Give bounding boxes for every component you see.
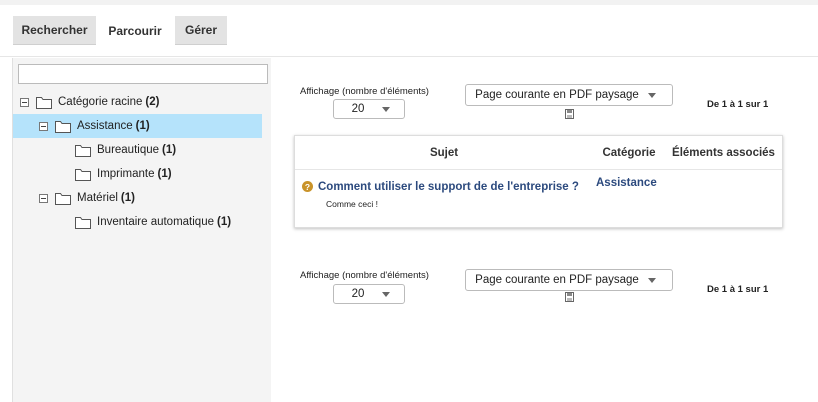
tab-parcourir[interactable]: Parcourir — [100, 16, 170, 45]
faq-associated-items — [665, 177, 782, 191]
tree-node-count: (2) — [145, 96, 160, 108]
chevron-down-icon — [648, 92, 656, 98]
tab-gerer[interactable]: Gérer — [175, 16, 227, 45]
collapse-icon[interactable] — [39, 193, 48, 203]
column-header-sujet[interactable]: Sujet — [295, 136, 593, 169]
folder-icon — [36, 96, 52, 109]
save-export-icon[interactable] — [565, 292, 574, 302]
display-count-select[interactable]: 20 — [333, 99, 405, 119]
tree-node-materiel[interactable]: Matériel (1) — [39, 186, 219, 210]
tree-search-input[interactable] — [18, 64, 268, 84]
display-count-value: 20 — [351, 103, 365, 115]
tree-node-assistance[interactable]: Assistance (1) — [13, 114, 262, 138]
tree-node-count: (1) — [217, 216, 232, 228]
folder-icon — [55, 120, 71, 133]
display-count-value: 20 — [351, 288, 365, 300]
tree-node-categorie-racine[interactable]: Catégorie racine (2) — [20, 90, 220, 114]
folder-icon — [75, 216, 91, 229]
tree-node-count: (1) — [135, 120, 150, 132]
tab-rechercher[interactable]: Rechercher — [13, 16, 96, 45]
chevron-down-icon — [382, 106, 390, 112]
export-value: Page courante en PDF paysage — [475, 274, 639, 286]
tree-node-label: Catégorie racine — [58, 96, 143, 108]
tree-node-label: Imprimante — [97, 168, 155, 180]
save-export-icon[interactable] — [565, 109, 574, 119]
tree-node-count: (1) — [162, 144, 177, 156]
pager-info-bottom: De 1 à 1 sur 1 — [707, 284, 769, 295]
tree-node-count: (1) — [157, 168, 172, 180]
display-count-label-bottom: Affichage (nombre d'éléments) — [300, 270, 429, 281]
collapse-icon[interactable] — [39, 121, 48, 131]
folder-icon — [55, 192, 71, 205]
export-select-bottom[interactable]: Page courante en PDF paysage — [465, 269, 673, 291]
pager-info: De 1 à 1 sur 1 — [707, 99, 769, 110]
results-table: Sujet Catégorie Éléments associés ? Comm… — [294, 135, 783, 228]
question-icon: ? — [302, 181, 313, 192]
header-divider — [295, 169, 782, 170]
category-tree-panel: Catégorie racine (2) Assistance (1) Bureau… — [12, 58, 271, 402]
export-select[interactable]: Page courante en PDF paysage — [465, 84, 673, 106]
chevron-down-icon — [382, 291, 390, 297]
folder-icon — [75, 144, 91, 157]
tree-node-imprimante[interactable]: Imprimante (1) — [75, 162, 235, 186]
tab-bar: Rechercher Parcourir Gérer — [0, 5, 818, 57]
display-count-select-bottom[interactable]: 20 — [333, 284, 405, 304]
faq-subject-description: Comme ceci ! — [326, 199, 378, 209]
tree-node-label: Matériel — [77, 192, 118, 204]
chevron-down-icon — [648, 277, 656, 283]
display-count-label: Affichage (nombre d'éléments) — [300, 86, 429, 97]
export-value: Page courante en PDF paysage — [475, 89, 639, 101]
folder-icon — [75, 168, 91, 181]
tree-node-label: Assistance — [77, 120, 133, 132]
column-header-categorie[interactable]: Catégorie — [593, 136, 665, 169]
tree-node-count: (1) — [120, 192, 135, 204]
tree-node-label: Inventaire automatique — [97, 216, 214, 228]
faq-subject-link[interactable]: Comment utiliser le support de de l'entr… — [318, 181, 579, 193]
faq-category-link[interactable]: Assistance — [596, 177, 657, 189]
tree-node-inventaire-automatique[interactable]: Inventaire automatique (1) — [75, 210, 265, 234]
column-header-elements-associes[interactable]: Éléments associés — [665, 136, 782, 169]
tree-node-bureautique[interactable]: Bureautique (1) — [75, 138, 235, 162]
collapse-icon[interactable] — [20, 97, 29, 107]
tree-node-label: Bureautique — [97, 144, 160, 156]
